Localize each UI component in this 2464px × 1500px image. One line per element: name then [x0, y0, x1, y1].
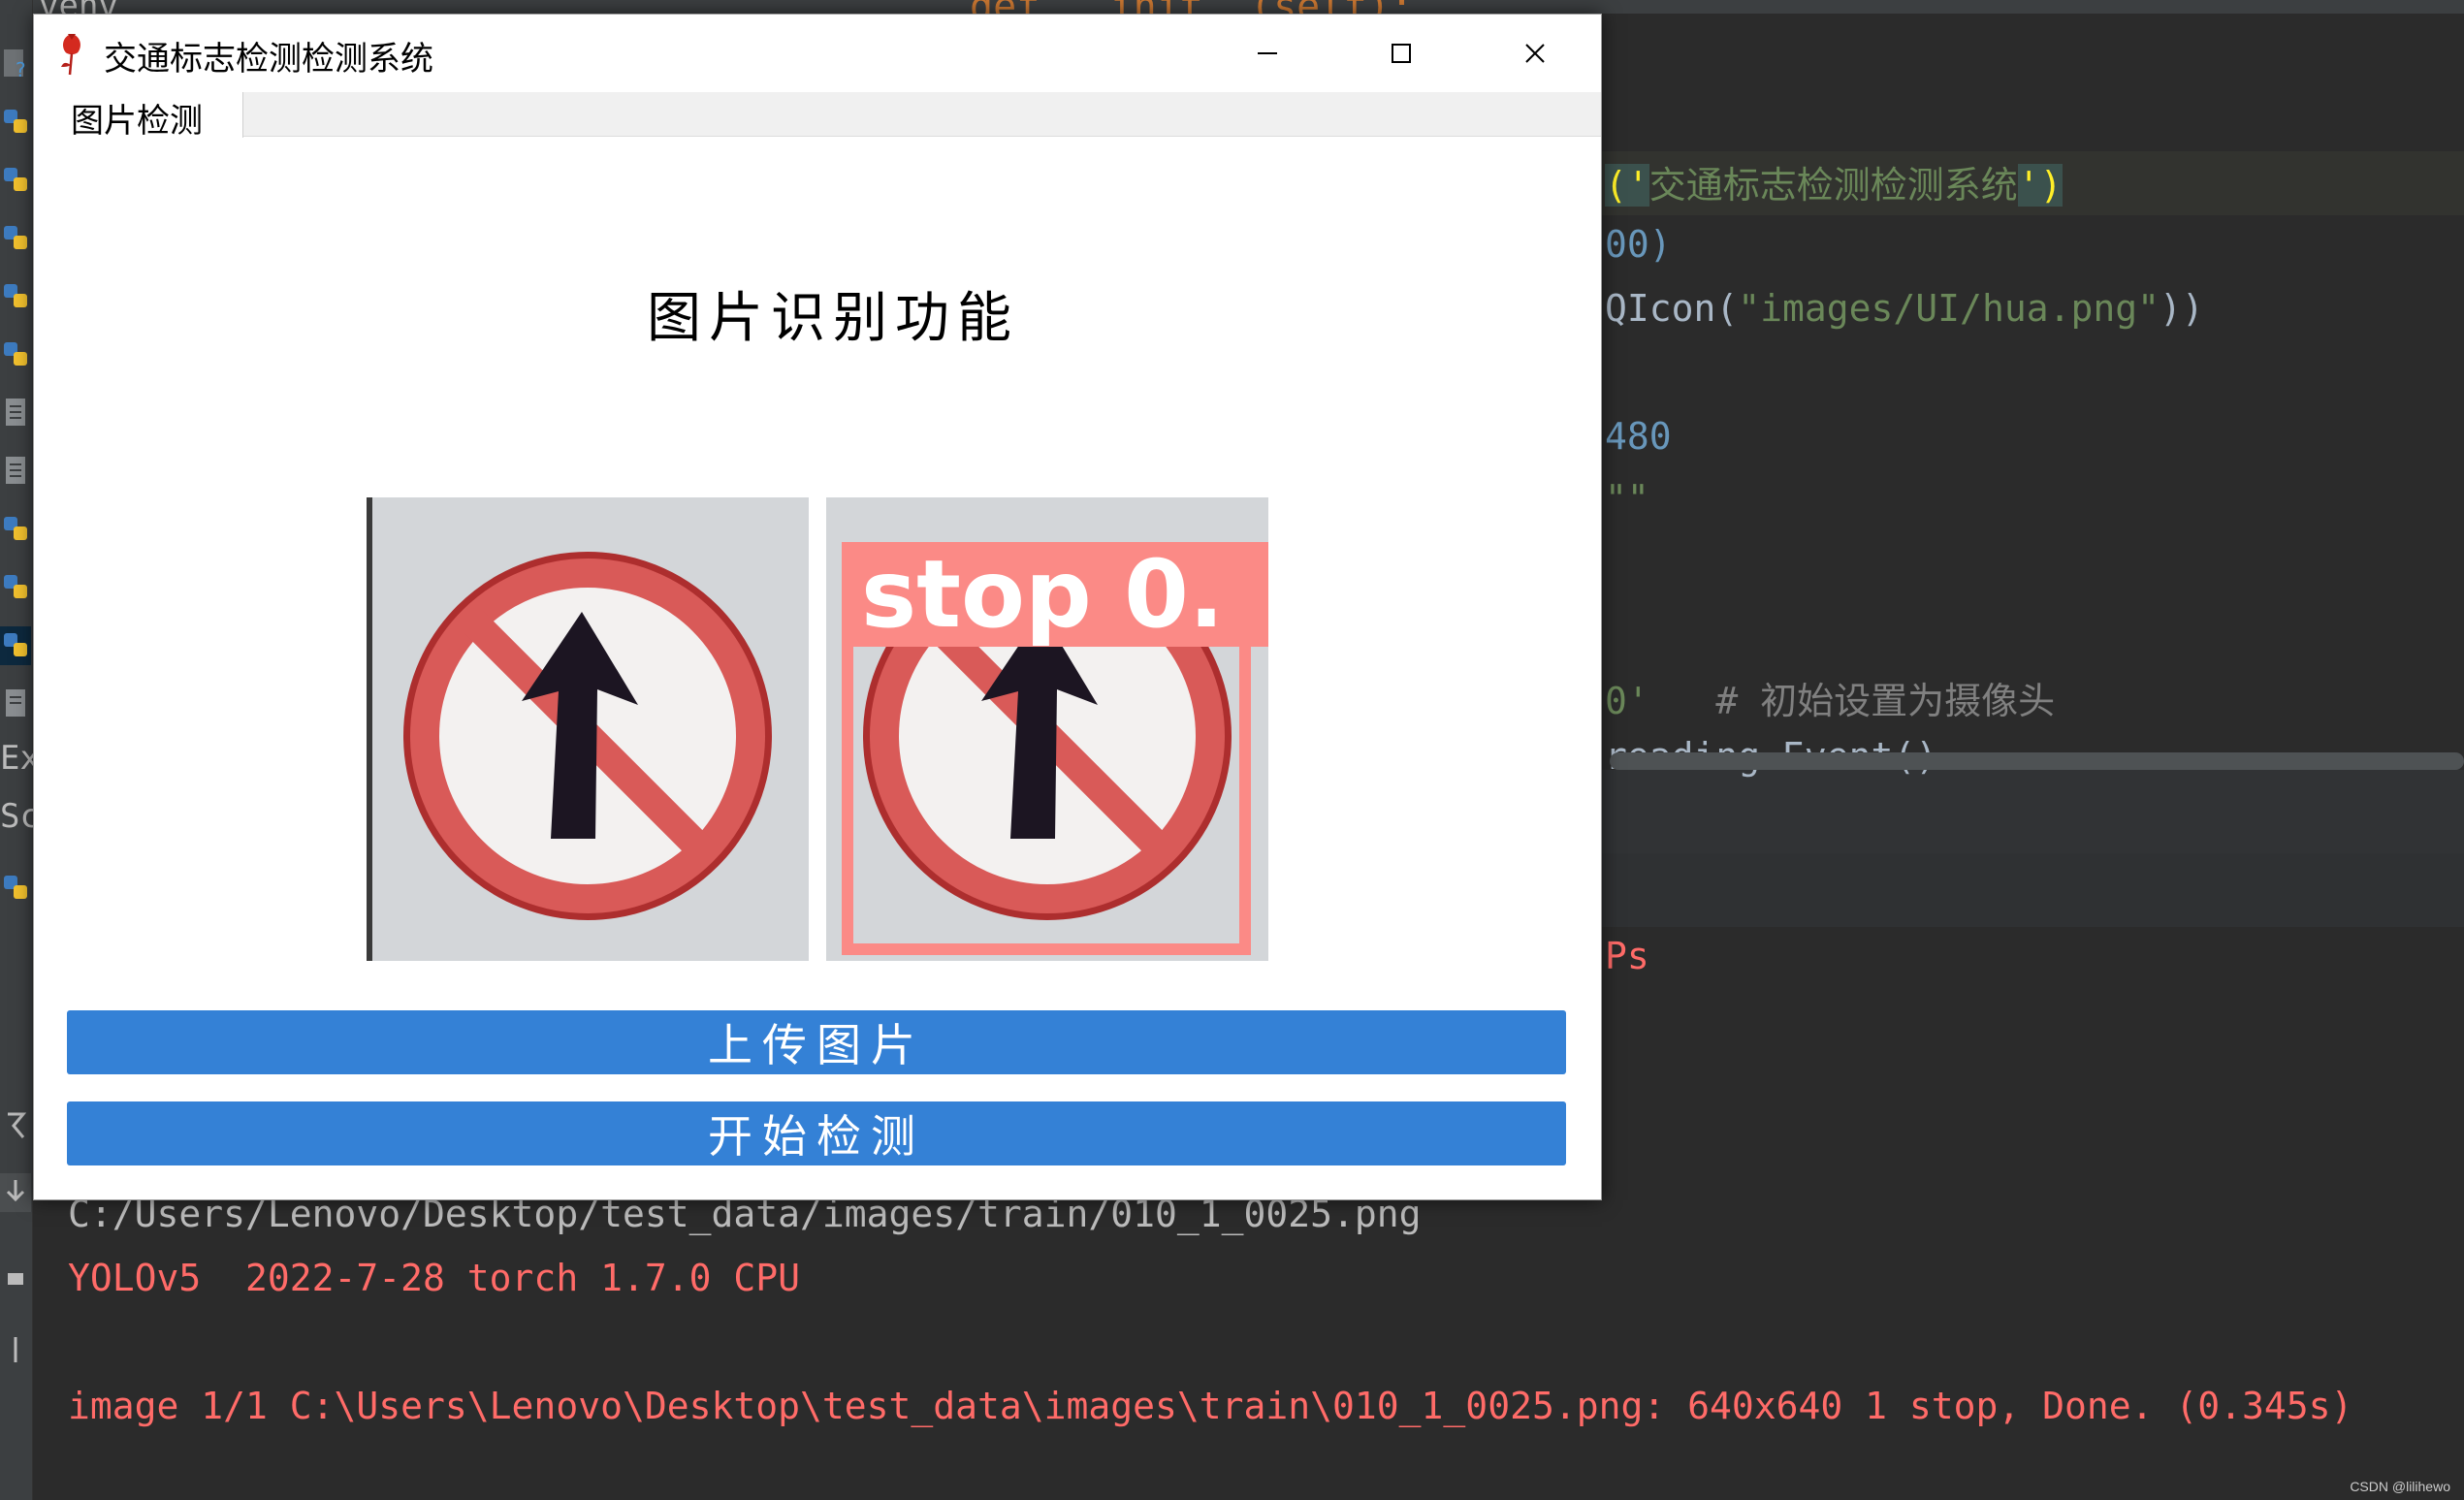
python-file-icon[interactable] — [0, 568, 31, 607]
app-window: 交通标志检测检测系统 图片检测 图片识别功能 stop 0. 上传图片 开始检测 — [33, 14, 1602, 1200]
console-yolo-version: YOLOv5 2022-7-28 torch 1.7.0 CPU — [68, 1257, 800, 1299]
svg-text:?: ? — [16, 58, 26, 80]
python-file-icon[interactable] — [0, 219, 31, 258]
python-file-icon[interactable] — [0, 335, 31, 374]
watermark: CSDN @lilihewo — [2350, 1479, 2450, 1494]
detection-label: stop 0. — [861, 540, 1225, 649]
code-line-docstring: "" — [1605, 477, 1649, 520]
tab-image-detection[interactable]: 图片检测 — [34, 92, 243, 141]
window-title: 交通标志检测检测系统 — [104, 40, 433, 79]
editor-horizontal-scrollbar[interactable] — [1610, 752, 2464, 770]
text-file-icon[interactable] — [0, 452, 31, 491]
upload-image-button[interactable]: 上传图片 — [67, 1010, 1566, 1074]
pin-icon[interactable] — [0, 1330, 31, 1369]
detected-image: stop 0. — [826, 497, 1268, 961]
flower-icon — [61, 34, 80, 76]
rerun-icon[interactable] — [0, 1105, 31, 1144]
page-title: 图片识别功能 — [647, 287, 1019, 350]
text-file-icon[interactable] — [0, 394, 31, 432]
python-file-icon[interactable] — [0, 626, 31, 665]
code-line-icon: QIcon("images/UI/hua.png")) — [1605, 287, 2204, 330]
editor-run-line — [1590, 853, 2464, 927]
title-bar[interactable]: 交通标志检测检测系统 — [34, 15, 1601, 92]
original-image — [367, 497, 809, 961]
text-file-icon[interactable] — [0, 685, 31, 723]
tab-bar: 图片检测 — [34, 92, 1601, 141]
console-detection-result: image 1/1 C:\Users\Lenovo\Desktop\test_d… — [68, 1385, 2353, 1427]
python-file-icon[interactable] — [0, 277, 31, 316]
close-button[interactable] — [1468, 15, 1602, 92]
help-file-icon[interactable]: ? — [0, 45, 31, 83]
minimize-button[interactable] — [1200, 15, 1334, 92]
code-line-source: 0' # 初始设置为摄像头 — [1605, 680, 2056, 722]
ide-project-gutter: ? Ext Scr — [0, 0, 59, 1500]
code-line-480: 480 — [1605, 415, 1672, 458]
maximize-button[interactable] — [1334, 15, 1468, 92]
python-file-icon[interactable] — [0, 161, 31, 200]
python-file-icon[interactable] — [0, 510, 31, 549]
code-line-fps: Ps — [1605, 935, 1649, 977]
code-line-title: ('交通标志检测检测系统') — [1605, 164, 2063, 207]
code-line-size: 00) — [1605, 223, 1672, 266]
minimize-icon — [1258, 52, 1277, 54]
python-file-icon[interactable] — [0, 103, 31, 142]
start-detection-button[interactable]: 开始检测 — [67, 1101, 1566, 1165]
python-console-icon[interactable] — [0, 869, 31, 908]
editor-separator — [1590, 770, 2464, 853]
close-icon — [1525, 44, 1545, 63]
download-icon[interactable] — [0, 1173, 31, 1212]
maximize-icon — [1392, 44, 1411, 63]
print-icon[interactable] — [0, 1261, 31, 1299]
